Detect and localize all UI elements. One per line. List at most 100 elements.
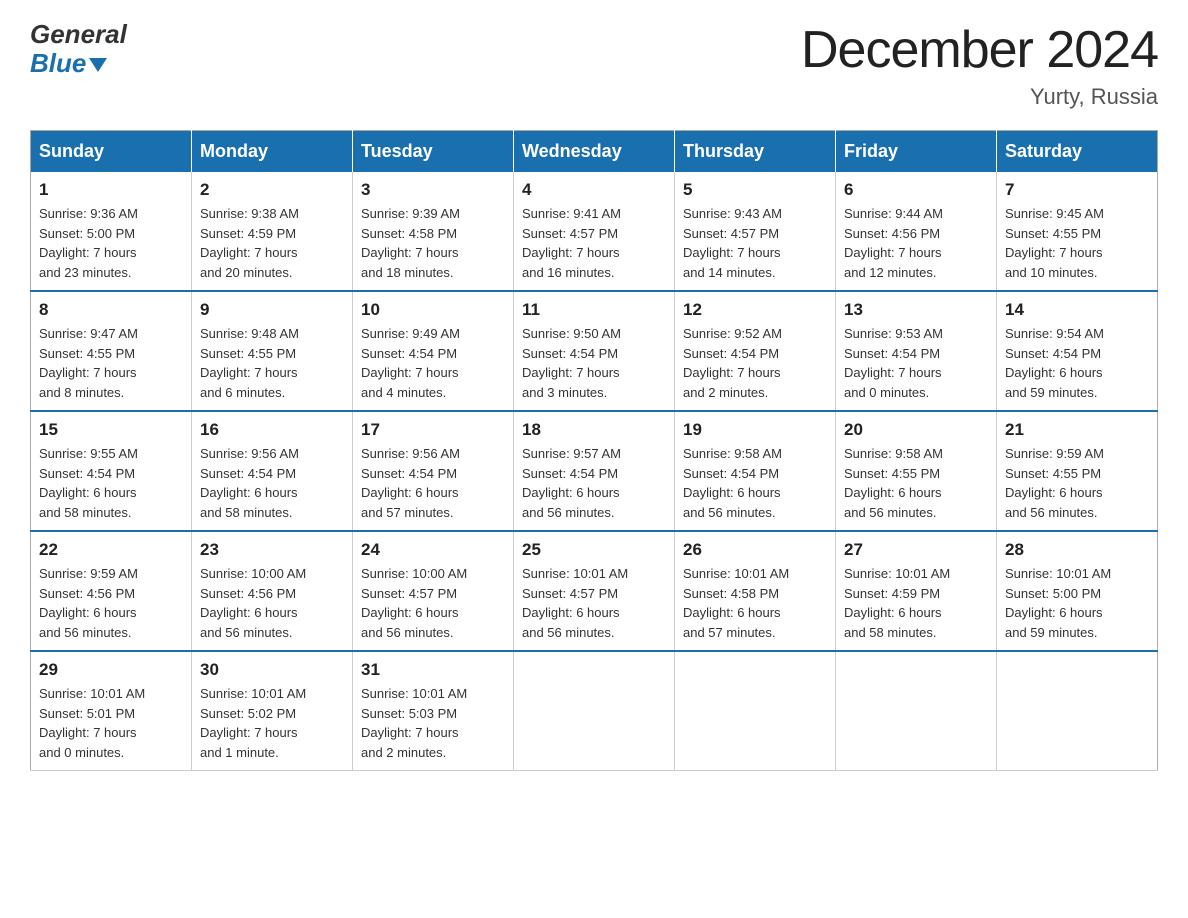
day-info: Sunrise: 9:55 AMSunset: 4:54 PMDaylight:… bbox=[39, 444, 183, 522]
day-number: 28 bbox=[1005, 540, 1149, 560]
day-info: Sunrise: 9:52 AMSunset: 4:54 PMDaylight:… bbox=[683, 324, 827, 402]
calendar-day-cell: 2 Sunrise: 9:38 AMSunset: 4:59 PMDaylight… bbox=[192, 172, 353, 291]
calendar-day-cell: 17 Sunrise: 9:56 AMSunset: 4:54 PMDayligh… bbox=[353, 411, 514, 531]
day-number: 25 bbox=[522, 540, 666, 560]
weekday-header-thursday: Thursday bbox=[675, 131, 836, 173]
day-number: 14 bbox=[1005, 300, 1149, 320]
calendar-day-cell bbox=[836, 651, 997, 771]
day-info: Sunrise: 10:00 AMSunset: 4:57 PMDaylight… bbox=[361, 564, 505, 642]
day-info: Sunrise: 10:01 AMSunset: 4:57 PMDaylight… bbox=[522, 564, 666, 642]
calendar-day-cell: 12 Sunrise: 9:52 AMSunset: 4:54 PMDayligh… bbox=[675, 291, 836, 411]
day-number: 31 bbox=[361, 660, 505, 680]
day-number: 12 bbox=[683, 300, 827, 320]
day-info: Sunrise: 9:47 AMSunset: 4:55 PMDaylight:… bbox=[39, 324, 183, 402]
day-number: 18 bbox=[522, 420, 666, 440]
weekday-header-tuesday: Tuesday bbox=[353, 131, 514, 173]
day-number: 20 bbox=[844, 420, 988, 440]
calendar-day-cell: 9 Sunrise: 9:48 AMSunset: 4:55 PMDaylight… bbox=[192, 291, 353, 411]
title-area: December 2024 Yurty, Russia bbox=[801, 20, 1158, 110]
day-number: 3 bbox=[361, 180, 505, 200]
calendar-week-row: 8Sunrise: 9:47 AMSunset: 4:55 PMDaylight… bbox=[31, 291, 1158, 411]
weekday-header-row: SundayMondayTuesdayWednesdayThursdayFrid… bbox=[31, 131, 1158, 173]
day-number: 29 bbox=[39, 660, 183, 680]
day-number: 10 bbox=[361, 300, 505, 320]
day-number: 30 bbox=[200, 660, 344, 680]
calendar-day-cell: 20 Sunrise: 9:58 AMSunset: 4:55 PMDayligh… bbox=[836, 411, 997, 531]
day-info: Sunrise: 9:54 AMSunset: 4:54 PMDaylight:… bbox=[1005, 324, 1149, 402]
logo: General Blue bbox=[30, 20, 127, 77]
logo-triangle-icon bbox=[89, 58, 107, 72]
logo-blue: Blue bbox=[30, 49, 86, 78]
calendar-day-cell bbox=[997, 651, 1158, 771]
day-info: Sunrise: 10:01 AMSunset: 5:00 PMDaylight… bbox=[1005, 564, 1149, 642]
day-info: Sunrise: 10:01 AMSunset: 5:03 PMDaylight… bbox=[361, 684, 505, 762]
day-info: Sunrise: 9:53 AMSunset: 4:54 PMDaylight:… bbox=[844, 324, 988, 402]
day-number: 7 bbox=[1005, 180, 1149, 200]
calendar-day-cell: 27Sunrise: 10:01 AMSunset: 4:59 PMDaylig… bbox=[836, 531, 997, 651]
day-info: Sunrise: 10:01 AMSunset: 4:58 PMDaylight… bbox=[683, 564, 827, 642]
day-number: 23 bbox=[200, 540, 344, 560]
day-info: Sunrise: 9:36 AMSunset: 5:00 PMDaylight:… bbox=[39, 204, 183, 282]
day-info: Sunrise: 9:38 AMSunset: 4:59 PMDaylight:… bbox=[200, 204, 344, 282]
calendar-day-cell: 19 Sunrise: 9:58 AMSunset: 4:54 PMDayligh… bbox=[675, 411, 836, 531]
calendar-day-cell: 31 Sunrise: 10:01 AMSunset: 5:03 PMDaylig… bbox=[353, 651, 514, 771]
day-info: Sunrise: 9:58 AMSunset: 4:55 PMDaylight:… bbox=[844, 444, 988, 522]
day-number: 22 bbox=[39, 540, 183, 560]
day-info: Sunrise: 9:48 AMSunset: 4:55 PMDaylight:… bbox=[200, 324, 344, 402]
day-number: 26 bbox=[683, 540, 827, 560]
calendar-day-cell: 1 Sunrise: 9:36 AMSunset: 5:00 PMDaylight… bbox=[31, 172, 192, 291]
day-number: 9 bbox=[200, 300, 344, 320]
day-number: 17 bbox=[361, 420, 505, 440]
day-info: Sunrise: 10:01 AMSunset: 4:59 PMDaylight… bbox=[844, 564, 988, 642]
calendar-day-cell: 10Sunrise: 9:49 AMSunset: 4:54 PMDayligh… bbox=[353, 291, 514, 411]
calendar-day-cell bbox=[514, 651, 675, 771]
calendar-week-row: 15Sunrise: 9:55 AMSunset: 4:54 PMDayligh… bbox=[31, 411, 1158, 531]
calendar-day-cell: 11 Sunrise: 9:50 AMSunset: 4:54 PMDayligh… bbox=[514, 291, 675, 411]
calendar-day-cell: 30 Sunrise: 10:01 AMSunset: 5:02 PMDaylig… bbox=[192, 651, 353, 771]
day-number: 24 bbox=[361, 540, 505, 560]
day-number: 11 bbox=[522, 300, 666, 320]
calendar-day-cell: 15Sunrise: 9:55 AMSunset: 4:54 PMDayligh… bbox=[31, 411, 192, 531]
calendar-day-cell: 26 Sunrise: 10:01 AMSunset: 4:58 PMDaylig… bbox=[675, 531, 836, 651]
calendar-day-cell: 5 Sunrise: 9:43 AMSunset: 4:57 PMDaylight… bbox=[675, 172, 836, 291]
day-info: Sunrise: 9:50 AMSunset: 4:54 PMDaylight:… bbox=[522, 324, 666, 402]
calendar-week-row: 22Sunrise: 9:59 AMSunset: 4:56 PMDayligh… bbox=[31, 531, 1158, 651]
calendar-day-cell: 29 Sunrise: 10:01 AMSunset: 5:01 PMDaylig… bbox=[31, 651, 192, 771]
day-number: 19 bbox=[683, 420, 827, 440]
day-info: Sunrise: 9:57 AMSunset: 4:54 PMDaylight:… bbox=[522, 444, 666, 522]
day-number: 13 bbox=[844, 300, 988, 320]
calendar-week-row: 29 Sunrise: 10:01 AMSunset: 5:01 PMDaylig… bbox=[31, 651, 1158, 771]
day-info: Sunrise: 10:01 AMSunset: 5:02 PMDaylight… bbox=[200, 684, 344, 762]
day-number: 6 bbox=[844, 180, 988, 200]
weekday-header-saturday: Saturday bbox=[997, 131, 1158, 173]
day-info: Sunrise: 10:01 AMSunset: 5:01 PMDaylight… bbox=[39, 684, 183, 762]
day-info: Sunrise: 10:00 AMSunset: 4:56 PMDaylight… bbox=[200, 564, 344, 642]
calendar-day-cell: 16Sunrise: 9:56 AMSunset: 4:54 PMDayligh… bbox=[192, 411, 353, 531]
day-number: 5 bbox=[683, 180, 827, 200]
weekday-header-friday: Friday bbox=[836, 131, 997, 173]
calendar-day-cell: 4Sunrise: 9:41 AMSunset: 4:57 PMDaylight… bbox=[514, 172, 675, 291]
weekday-header-sunday: Sunday bbox=[31, 131, 192, 173]
day-number: 2 bbox=[200, 180, 344, 200]
calendar-subtitle: Yurty, Russia bbox=[801, 84, 1158, 110]
calendar-day-cell: 14 Sunrise: 9:54 AMSunset: 4:54 PMDayligh… bbox=[997, 291, 1158, 411]
calendar-day-cell: 28 Sunrise: 10:01 AMSunset: 5:00 PMDaylig… bbox=[997, 531, 1158, 651]
calendar-day-cell: 13 Sunrise: 9:53 AMSunset: 4:54 PMDayligh… bbox=[836, 291, 997, 411]
calendar-day-cell: 22Sunrise: 9:59 AMSunset: 4:56 PMDayligh… bbox=[31, 531, 192, 651]
day-info: Sunrise: 9:59 AMSunset: 4:55 PMDaylight:… bbox=[1005, 444, 1149, 522]
day-info: Sunrise: 9:58 AMSunset: 4:54 PMDaylight:… bbox=[683, 444, 827, 522]
weekday-header-wednesday: Wednesday bbox=[514, 131, 675, 173]
day-info: Sunrise: 9:43 AMSunset: 4:57 PMDaylight:… bbox=[683, 204, 827, 282]
calendar-day-cell: 23 Sunrise: 10:00 AMSunset: 4:56 PMDaylig… bbox=[192, 531, 353, 651]
calendar-day-cell: 6Sunrise: 9:44 AMSunset: 4:56 PMDaylight… bbox=[836, 172, 997, 291]
logo-general: General bbox=[30, 20, 127, 49]
calendar-title: December 2024 bbox=[801, 20, 1158, 80]
day-info: Sunrise: 9:45 AMSunset: 4:55 PMDaylight:… bbox=[1005, 204, 1149, 282]
day-info: Sunrise: 9:39 AMSunset: 4:58 PMDaylight:… bbox=[361, 204, 505, 282]
day-number: 1 bbox=[39, 180, 183, 200]
page-header: General Blue December 2024 Yurty, Russia bbox=[30, 20, 1158, 110]
calendar-day-cell: 8Sunrise: 9:47 AMSunset: 4:55 PMDaylight… bbox=[31, 291, 192, 411]
day-info: Sunrise: 9:56 AMSunset: 4:54 PMDaylight:… bbox=[361, 444, 505, 522]
calendar-day-cell: 3 Sunrise: 9:39 AMSunset: 4:58 PMDaylight… bbox=[353, 172, 514, 291]
day-info: Sunrise: 9:56 AMSunset: 4:54 PMDaylight:… bbox=[200, 444, 344, 522]
